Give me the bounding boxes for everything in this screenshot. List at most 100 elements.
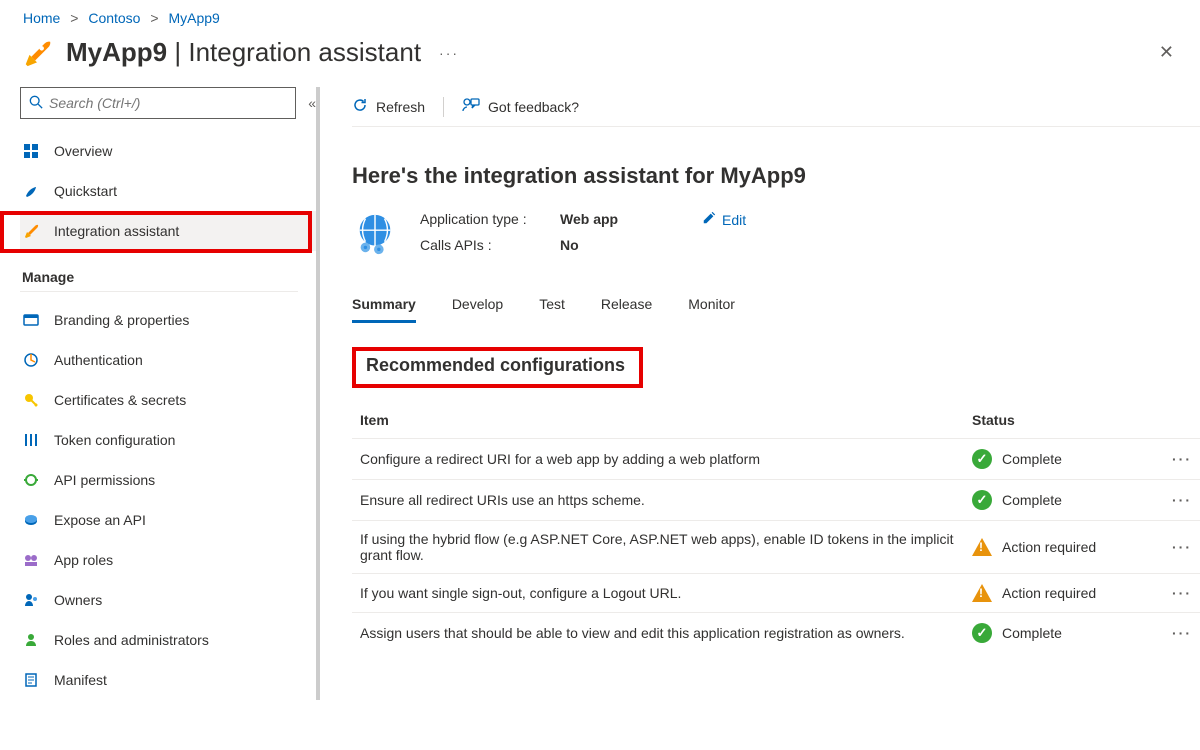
branding-properties-icon [22,312,40,328]
table-row[interactable]: Ensure all redirect URIs use an https sc… [352,480,1200,521]
app-roles-icon [22,552,40,568]
warning-icon [972,584,992,602]
webapp-icon [352,211,398,260]
title-bar: MyApp9 | Integration assistant ··· ✕ [0,32,1200,87]
table-row[interactable]: Configure a redirect URI for a web app b… [352,439,1200,480]
sidebar-item-branding-properties[interactable]: Branding & properties [20,300,316,340]
certificates-secrets-icon [22,392,40,408]
app-name: MyApp9 [66,37,167,67]
sidebar-item-label: Roles and administrators [54,632,209,648]
toolbar-divider [443,97,444,117]
sidebar-item-manifest[interactable]: Manifest [20,660,316,700]
breadcrumb-sep: > [70,10,78,26]
recommended-heading: Recommended configurations [366,355,625,376]
breadcrumb-sep: > [150,10,158,26]
collapse-sidebar-button[interactable]: « [308,95,316,111]
breadcrumb-link[interactable]: Contoso [88,10,140,26]
command-bar: Refresh Got feedback? [352,87,1200,127]
sidebar: « Overview Quickstart Integration assistan… [0,87,320,700]
sidebar-item-label: Owners [54,592,102,608]
refresh-icon [352,97,368,116]
apptype-label: Application type : [420,211,560,227]
feedback-icon [462,97,480,116]
sidebar-item-label: Branding & properties [54,312,189,328]
edit-icon [702,211,716,228]
status-cell: Complete [972,623,1156,643]
sidebar-item-label: App roles [54,552,113,568]
breadcrumb: Home > Contoso > MyApp9 [0,0,1200,32]
rocket-icon [22,38,52,68]
sidebar-item-label: Certificates & secrets [54,392,186,408]
sidebar-item-label: Expose an API [54,512,146,528]
feedback-label: Got feedback? [488,99,579,115]
status-cell: Complete [972,490,1156,510]
sidebar-item-certificates-secrets[interactable]: Certificates & secrets [20,380,316,420]
more-menu[interactable]: ··· [439,45,459,61]
sidebar-item-quickstart[interactable]: Quickstart [20,171,316,211]
check-icon [972,623,992,643]
search-icon [29,95,43,112]
col-status: Status [964,402,1164,439]
status-cell: Action required [972,584,1156,602]
col-item: Item [352,402,964,439]
sidebar-item-overview[interactable]: Overview [20,131,316,171]
quickstart-icon [22,183,40,199]
search-box[interactable] [20,87,296,119]
callsapis-value: No [560,237,640,253]
table-row[interactable]: If using the hybrid flow (e.g ASP.NET Co… [352,521,1200,574]
tabs: Summary Develop Test Release Monitor [352,296,1200,323]
breadcrumb-link[interactable]: Home [23,10,60,26]
check-icon [972,490,992,510]
content-heading: Here's the integration assistant for MyA… [352,163,1200,189]
edit-button[interactable]: Edit [702,211,746,228]
sidebar-item-api-permissions[interactable]: API permissions [20,460,316,500]
sidebar-item-label: Manifest [54,672,107,688]
authentication-icon [22,352,40,368]
token-configuration-icon [22,432,40,448]
sidebar-item-authentication[interactable]: Authentication [20,340,316,380]
sidebar-item-integration-assistant[interactable]: Integration assistant [20,211,316,251]
sidebar-item-label: Overview [54,143,112,159]
table-row[interactable]: If you want single sign-out, configure a… [352,574,1200,613]
feedback-button[interactable]: Got feedback? [462,97,579,116]
row-menu[interactable]: ··· [1164,574,1200,613]
sidebar-item-label: Authentication [54,352,143,368]
search-input[interactable] [49,95,287,111]
item-cell: If you want single sign-out, configure a… [352,574,964,613]
owners-icon [22,592,40,608]
sidebar-item-token-configuration[interactable]: Token configuration [20,420,316,460]
row-menu[interactable]: ··· [1164,521,1200,574]
page-subtitle: Integration assistant [188,37,421,67]
tab-monitor[interactable]: Monitor [688,296,735,323]
page-title: MyApp9 | Integration assistant [66,37,421,68]
tab-summary[interactable]: Summary [352,296,416,323]
tab-test[interactable]: Test [539,296,565,323]
row-menu[interactable]: ··· [1164,480,1200,521]
sidebar-item-roles-and-administrators[interactable]: Roles and administrators [20,620,316,660]
status-cell: Complete [972,449,1156,469]
highlight-recommended-heading: Recommended configurations [352,347,643,388]
refresh-button[interactable]: Refresh [352,97,425,116]
tab-develop[interactable]: Develop [452,296,503,323]
sidebar-item-expose-an-api[interactable]: Expose an API [20,500,316,540]
manifest-icon [22,672,40,688]
table-row[interactable]: Assign users that should be able to view… [352,613,1200,654]
sidebar-item-label: API permissions [54,472,155,488]
recommendations-table: Item Status Configure a redirect URI for… [352,402,1200,653]
app-info: Application type : Web app Calls APIs : … [352,211,1200,260]
sidebar-item-app-roles[interactable]: App roles [20,540,316,580]
row-menu[interactable]: ··· [1164,439,1200,480]
expose-an-api-icon [22,512,40,528]
sidebar-item-owners[interactable]: Owners [20,580,316,620]
close-button[interactable]: ✕ [1153,36,1180,69]
callsapis-label: Calls APIs : [420,237,560,253]
content: Refresh Got feedback? Here's the integra… [320,87,1200,700]
roles-and-administrators-icon [22,632,40,648]
row-menu[interactable]: ··· [1164,613,1200,654]
sidebar-item-label: Quickstart [54,183,117,199]
edit-label: Edit [722,212,746,228]
status-cell: Action required [972,538,1156,556]
item-cell: Assign users that should be able to view… [352,613,964,654]
tab-release[interactable]: Release [601,296,652,323]
breadcrumb-link[interactable]: MyApp9 [168,10,219,26]
